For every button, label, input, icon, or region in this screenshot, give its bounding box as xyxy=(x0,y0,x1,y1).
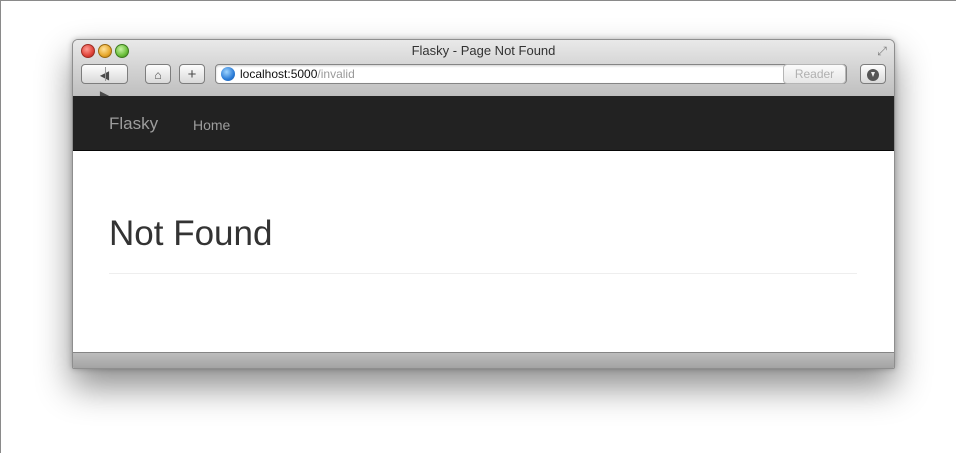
page-header: Not Found xyxy=(109,210,857,274)
site-navbar: Flasky Home xyxy=(73,96,894,151)
address-bar[interactable]: localhost:5000/invalid ↻ xyxy=(215,64,847,84)
download-icon xyxy=(867,68,879,81)
frame-border-top xyxy=(0,0,956,1)
title-bar: Flasky - Page Not Found ⤢ ◀ ▶ ⌂ + localh… xyxy=(73,40,894,102)
download-button[interactable] xyxy=(860,64,886,84)
nav-item-home[interactable]: Home xyxy=(193,117,230,133)
fullscreen-icon[interactable]: ⤢ xyxy=(875,44,889,58)
browser-window: Flasky - Page Not Found ⤢ ◀ ▶ ⌂ + localh… xyxy=(72,39,895,369)
navbar-brand[interactable]: Flasky xyxy=(109,114,158,134)
url-host: localhost:5000 xyxy=(240,67,318,81)
page-title: Not Found xyxy=(109,214,273,253)
reader-button[interactable]: Reader xyxy=(783,64,846,84)
frame-border-left xyxy=(0,0,1,453)
status-bar xyxy=(73,352,894,368)
globe-icon xyxy=(221,67,235,81)
url-text[interactable]: localhost:5000/invalid xyxy=(240,67,355,82)
button-divider xyxy=(105,67,106,81)
window-title: Flasky - Page Not Found xyxy=(411,43,556,58)
url-path: /invalid xyxy=(317,67,355,81)
home-button[interactable]: ⌂ xyxy=(145,64,171,84)
back-forward-buttons: ◀ ▶ xyxy=(81,64,128,102)
new-tab-button[interactable]: + xyxy=(179,64,205,84)
